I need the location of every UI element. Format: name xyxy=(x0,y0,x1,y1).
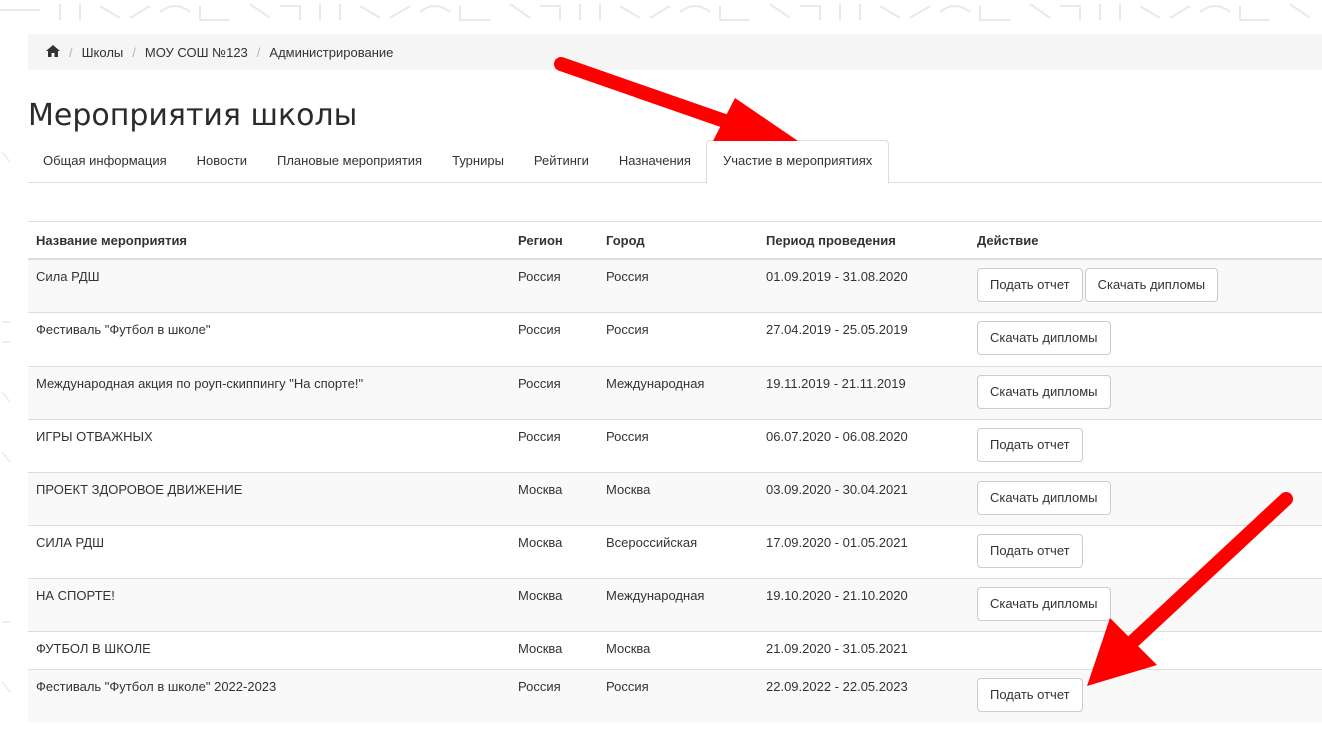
table-row: Международная акция по роуп-скиппингу "Н… xyxy=(28,365,1322,419)
column-header-name: Название мероприятия xyxy=(28,221,510,260)
cell-period: 22.09.2022 - 22.05.2023 xyxy=(758,668,969,722)
tab-bar: Общая информация Новости Плановые меропр… xyxy=(28,140,1322,184)
cell-period: 17.09.2020 - 01.05.2021 xyxy=(758,524,969,578)
cell-actions: Подать отчет xyxy=(969,418,1322,472)
tab-assignments[interactable]: Назначения xyxy=(604,140,706,182)
cell-city: Россия xyxy=(598,668,758,722)
submit-report-button[interactable]: Подать отчет xyxy=(977,677,1083,712)
table-row: ИГРЫ ОТВАЖНЫХ Россия Россия 06.07.2020 - 06… xyxy=(28,418,1322,472)
cell-city: Россия xyxy=(598,311,758,366)
cell-event-name: Фестиваль "Футбол в школе" 2022-2023 xyxy=(28,668,510,722)
breadcrumb-separator: / xyxy=(256,44,261,60)
cell-event-name: ИГРЫ ОТВАЖНЫХ xyxy=(28,418,510,472)
submit-report-button[interactable]: Подать отчет xyxy=(977,427,1083,462)
page-content: / Школы / МОУ СОШ №123 / Администрирован… xyxy=(28,34,1322,722)
table-row: ФУТБОЛ В ШКОЛЕ Москва Москва 21.09.2020 - 3… xyxy=(28,630,1322,669)
tab-planned-events[interactable]: Плановые мероприятия xyxy=(262,140,437,182)
cell-actions: Скачать дипломы xyxy=(969,311,1322,366)
download-diplomas-button[interactable]: Скачать дипломы xyxy=(977,480,1111,515)
table-body: Сила РДШ Россия Россия 01.09.2019 - 31.08.2… xyxy=(28,258,1322,722)
cell-event-name: Фестиваль "Футбол в школе" xyxy=(28,311,510,366)
cell-region: Россия xyxy=(510,311,598,366)
cell-region: Россия xyxy=(510,365,598,419)
cell-period: 19.11.2019 - 21.11.2019 xyxy=(758,365,969,419)
cell-actions: Скачать дипломы xyxy=(969,365,1322,419)
cell-city: Международная xyxy=(598,365,758,419)
breadcrumb-item-admin: Администрирование xyxy=(269,44,394,60)
table-row: Фестиваль "Футбол в школе" Россия Россия 27… xyxy=(28,311,1322,366)
breadcrumb: / Школы / МОУ СОШ №123 / Администрирован… xyxy=(28,34,1322,70)
cell-city: Россия xyxy=(598,258,758,312)
cell-period: 06.07.2020 - 06.08.2020 xyxy=(758,418,969,472)
table-row: Сила РДШ Россия Россия 01.09.2019 - 31.08.2… xyxy=(28,258,1322,312)
cell-event-name: ПРОЕКТ ЗДОРОВОЕ ДВИЖЕНИЕ xyxy=(28,471,510,525)
tab-ratings[interactable]: Рейтинги xyxy=(519,140,604,182)
decorative-header-pattern xyxy=(0,3,1311,21)
tab-general-info[interactable]: Общая информация xyxy=(28,140,182,182)
decorative-side-pattern xyxy=(1,151,11,693)
table-row: ПРОЕКТ ЗДОРОВОЕ ДВИЖЕНИЕ Москва Москва 03.0… xyxy=(28,471,1322,525)
cell-region: Москва xyxy=(510,630,598,669)
tab-tournaments[interactable]: Турниры xyxy=(437,140,519,182)
breadcrumb-separator: / xyxy=(69,44,73,60)
cell-region: Москва xyxy=(510,471,598,525)
cell-actions xyxy=(969,630,1322,669)
breadcrumb-item-schools[interactable]: Школы xyxy=(82,45,124,60)
cell-event-name: СИЛА РДШ xyxy=(28,524,510,578)
cell-event-name: Сила РДШ xyxy=(28,258,510,312)
home-icon[interactable] xyxy=(46,44,60,60)
cell-region: Москва xyxy=(510,524,598,578)
column-header-period: Период проведения xyxy=(758,221,969,260)
cell-period: 19.10.2020 - 21.10.2020 xyxy=(758,577,969,631)
cell-event-name: НА СПОРТЕ! xyxy=(28,577,510,631)
cell-period: 21.09.2020 - 31.05.2021 xyxy=(758,630,969,669)
download-diplomas-button[interactable]: Скачать дипломы xyxy=(1084,268,1219,302)
cell-region: Россия xyxy=(510,418,598,472)
cell-period: 01.09.2019 - 31.08.2020 xyxy=(758,258,969,312)
tab-news[interactable]: Новости xyxy=(182,140,262,182)
table-row: НА СПОРТЕ! Москва Международная 19.10.2020 … xyxy=(28,577,1322,631)
cell-actions: Подать отчет xyxy=(969,668,1322,722)
cell-city: Москва xyxy=(598,471,758,525)
column-header-city: Город xyxy=(598,221,758,260)
cell-region: Россия xyxy=(510,258,598,312)
submit-report-button[interactable]: Подать отчет xyxy=(977,533,1083,568)
cell-city: Всероссийская xyxy=(598,524,758,578)
cell-city: Москва xyxy=(598,630,758,669)
cell-event-name: ФУТБОЛ В ШКОЛЕ xyxy=(28,630,510,669)
breadcrumb-separator: / xyxy=(132,44,136,60)
table-row: СИЛА РДШ Москва Всероссийская 17.09.2020 - … xyxy=(28,524,1322,578)
column-header-region: Регион xyxy=(510,221,598,260)
cell-period: 27.04.2019 - 25.05.2019 xyxy=(758,311,969,366)
cell-actions: Подать отчет xyxy=(969,524,1322,578)
cell-event-name: Международная акция по роуп-скиппингу "Н… xyxy=(28,365,510,419)
tab-event-participation[interactable]: Участие в мероприятиях xyxy=(705,140,890,184)
download-diplomas-button[interactable]: Скачать дипломы xyxy=(977,320,1111,355)
page-title: Мероприятия школы xyxy=(28,98,358,133)
cell-actions: Скачать дипломы xyxy=(969,577,1322,631)
cell-city: Россия xyxy=(598,418,758,472)
cell-actions: Подать отчет Скачать дипломы xyxy=(969,258,1322,312)
cell-actions: Скачать дипломы xyxy=(969,471,1322,525)
cell-region: Москва xyxy=(510,577,598,631)
breadcrumb-item-school[interactable]: МОУ СОШ №123 xyxy=(145,45,248,60)
table-row: Фестиваль "Футбол в школе" 2022-2023 Росс… xyxy=(28,668,1322,722)
events-table: Название мероприятия Регион Город Период… xyxy=(28,221,1322,722)
download-diplomas-button[interactable]: Скачать дипломы xyxy=(977,374,1111,409)
column-header-action: Действие xyxy=(969,221,1322,260)
table-header-row: Название мероприятия Регион Город Период… xyxy=(28,221,1322,260)
download-diplomas-button[interactable]: Скачать дипломы xyxy=(977,586,1111,621)
cell-region: Россия xyxy=(510,668,598,722)
submit-report-button[interactable]: Подать отчет xyxy=(977,268,1083,302)
cell-period: 03.09.2020 - 30.04.2021 xyxy=(758,471,969,525)
cell-city: Международная xyxy=(598,577,758,631)
